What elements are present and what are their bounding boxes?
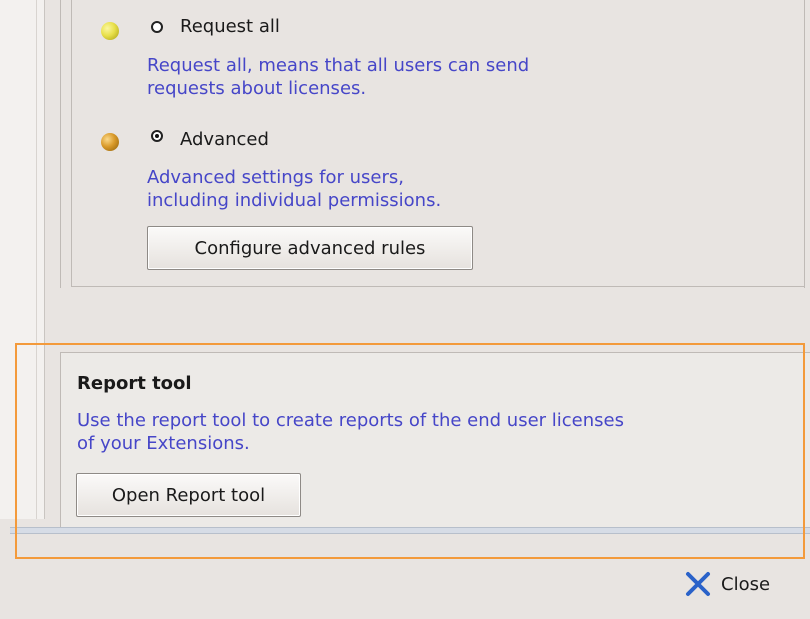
report-desc-line1: Use the report tool to create reports of… (77, 410, 624, 431)
request-all-radio[interactable] (151, 21, 163, 33)
advanced-label[interactable]: Advanced (180, 129, 269, 150)
close-label: Close (721, 573, 771, 595)
advanced-desc-line2: including individual permissions. (147, 190, 442, 211)
open-report-tool-button[interactable]: Open Report tool (76, 473, 301, 517)
report-tool-description: Use the report tool to create reports of… (77, 409, 797, 455)
yellow-bullet-icon (101, 22, 119, 40)
sidebar-divider (36, 0, 37, 519)
request-all-desc-line2: requests about licenses. (147, 78, 367, 99)
left-sidebar-edge (0, 0, 45, 519)
panel-bottom-border (71, 286, 804, 287)
advanced-desc-line1: Advanced settings for users, (147, 167, 404, 188)
panel-bottom-scrollbar (10, 527, 810, 534)
advanced-radio[interactable] (151, 130, 163, 142)
panel-right-border (804, 0, 805, 288)
request-all-label[interactable]: Request all (180, 16, 280, 37)
orange-bullet-icon (101, 133, 119, 151)
close-button[interactable]: Close (683, 568, 803, 600)
request-all-desc-line1: Request all, means that all users can se… (147, 55, 530, 76)
panel-inner-border (71, 0, 72, 287)
x-icon (686, 572, 710, 596)
advanced-description: Advanced settings for users, including i… (147, 166, 441, 212)
report-tool-title: Report tool (77, 373, 192, 394)
request-all-description: Request all, means that all users can se… (147, 54, 529, 100)
configure-advanced-rules-button[interactable]: Configure advanced rules (147, 226, 473, 270)
report-desc-line2: of your Extensions. (77, 433, 250, 454)
